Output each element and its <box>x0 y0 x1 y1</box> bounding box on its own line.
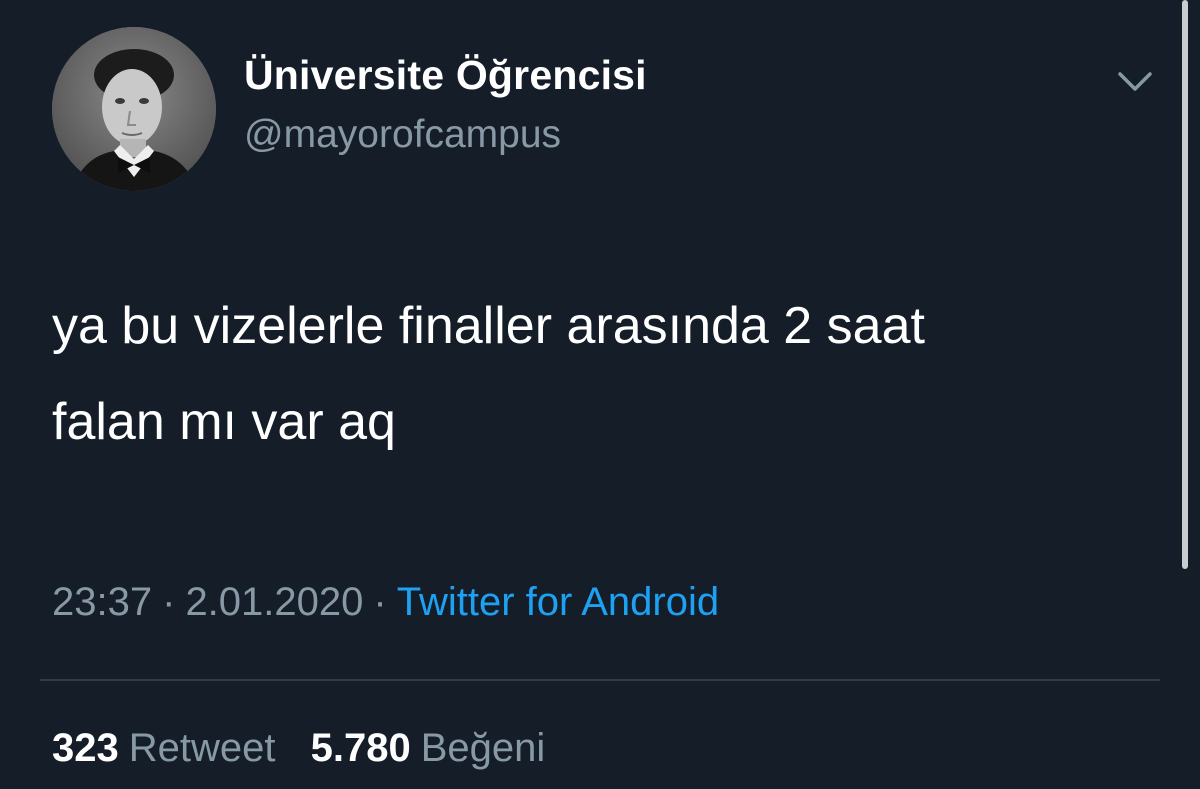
avatar[interactable] <box>52 27 216 191</box>
tweet-source-link[interactable]: Twitter for Android <box>397 580 719 624</box>
scrollbar[interactable] <box>1182 0 1188 569</box>
divider <box>40 679 1160 681</box>
tweet-text: ya bu vizelerle finaller arasında 2 saat… <box>52 278 1172 470</box>
tweet-stats: 323 Retweet 5.780 Beğeni <box>52 726 569 771</box>
tweet-text-line: falan mı var aq <box>52 393 396 451</box>
retweet-label: Retweet <box>128 726 276 770</box>
profile-photo-icon <box>52 27 216 191</box>
meta-separator: · <box>162 580 176 624</box>
tweet-meta: 23:37 · 2.01.2020 · Twitter for Android <box>52 580 719 625</box>
tweet-date: 2.01.2020 <box>185 580 364 624</box>
retweet-stat[interactable]: 323 Retweet <box>52 726 276 770</box>
tweet-card: Üniversite Öğrencisi @mayorofcampus ya b… <box>0 0 1200 789</box>
like-count: 5.780 <box>310 726 411 770</box>
author-display-name[interactable]: Üniversite Öğrencisi <box>244 52 647 99</box>
meta-separator: · <box>373 580 387 624</box>
retweet-count: 323 <box>52 726 119 770</box>
like-stat[interactable]: 5.780 Beğeni <box>311 726 546 770</box>
tweet-text-line: ya bu vizelerle finaller arasında 2 saat <box>52 297 925 355</box>
like-label: Beğeni <box>420 726 546 770</box>
chevron-down-icon[interactable] <box>1112 62 1158 102</box>
author-handle[interactable]: @mayorofcampus <box>244 113 561 157</box>
tweet-time: 23:37 <box>52 580 153 624</box>
